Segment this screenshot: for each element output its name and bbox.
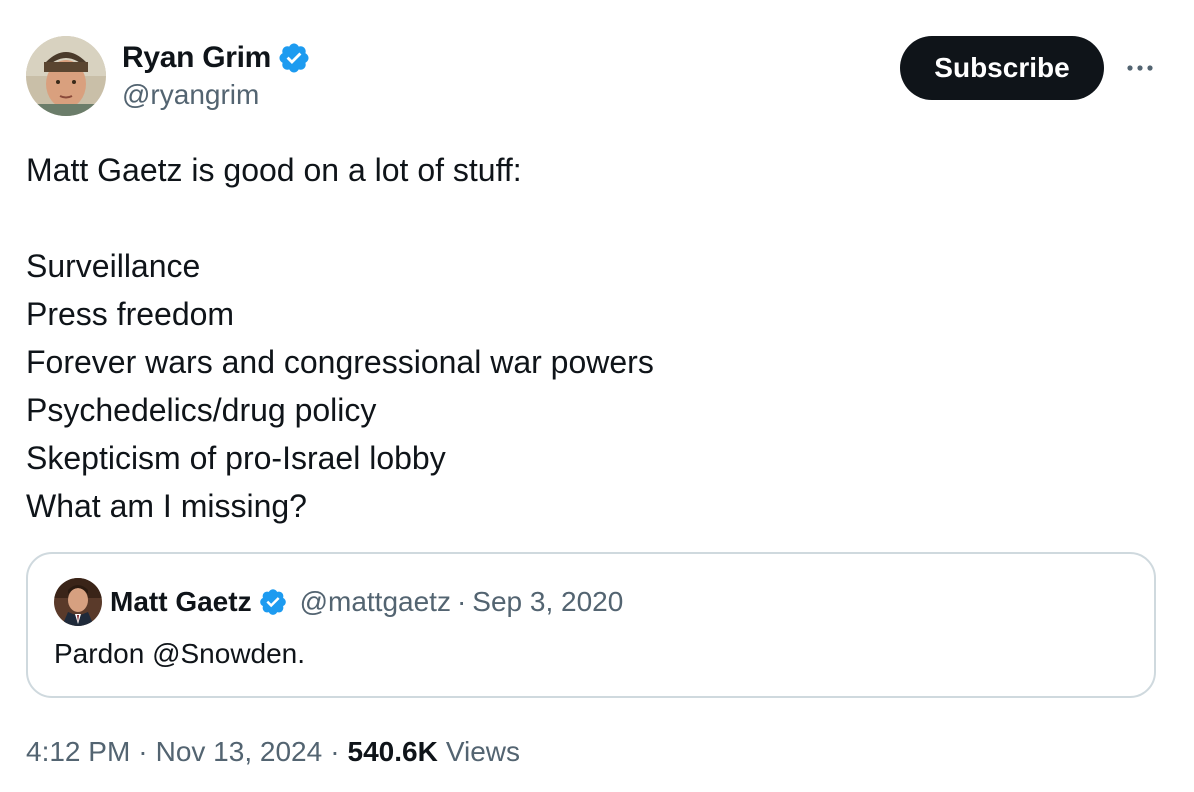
quoted-author-avatar[interactable] [54,578,102,626]
tweet-line: Psychedelics/drug policy [26,392,377,428]
quoted-tweet-text: Pardon @Snowden. [54,638,306,669]
tweet-text: Matt Gaetz is good on a lot of stuff: Su… [26,146,1146,530]
quoted-tweet-date[interactable]: Sep 3, 2020 [472,586,623,618]
quoted-author-name[interactable]: Matt Gaetz [110,586,252,618]
tweet-line: Matt Gaetz is good on a lot of stuff: [26,152,522,188]
author-name-row: Ryan Grim [122,38,311,78]
author-handle[interactable]: @ryangrim [122,79,259,111]
tweet-line: Forever wars and congressional war power… [26,344,654,380]
tweet-footer: 4:12 PM · Nov 13, 2024 · 540.6K Views [26,732,520,772]
verified-badge-icon [258,587,288,617]
tweet-line: Skepticism of pro-Israel lobby [26,440,446,476]
subscribe-button[interactable]: Subscribe [900,36,1104,100]
quoted-meta-separator: · [456,586,467,617]
author-avatar[interactable] [26,36,106,116]
tweet-line: What am I missing? [26,488,307,524]
more-options-icon[interactable] [1120,52,1160,84]
quoted-tweet-card[interactable]: Matt Gaetz @mattgaetz · Sep 3, 2020 Pard… [26,552,1156,698]
quoted-author-handle[interactable]: @mattgaetz [300,586,451,618]
footer-separator: · [330,736,340,767]
views-label: Views [445,736,520,767]
author-name[interactable]: Ryan Grim [122,41,271,75]
tweet-line: Press freedom [26,296,235,332]
views-count: 540.6K [347,736,438,767]
verified-badge-icon[interactable] [277,41,311,75]
footer-separator: · [138,736,148,767]
quoted-tweet-header: Matt Gaetz @mattgaetz · Sep 3, 2020 [110,582,623,622]
tweet-line: Surveillance [26,248,201,284]
tweet-time[interactable]: 4:12 PM [26,736,130,768]
tweet-date[interactable]: Nov 13, 2024 [156,736,323,768]
